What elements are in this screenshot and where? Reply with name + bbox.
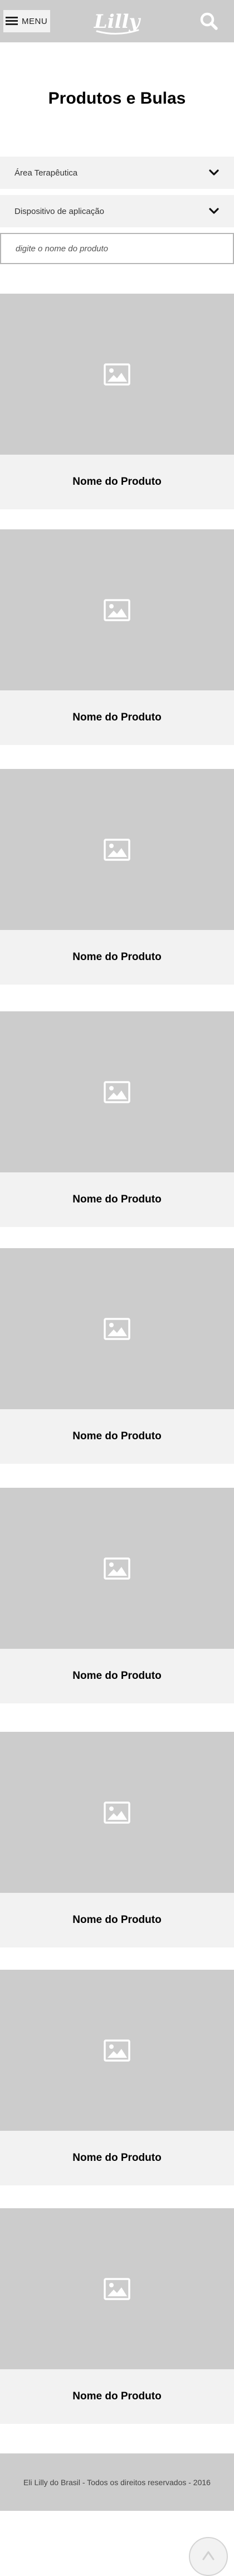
product-card[interactable]: Nome do Produto bbox=[0, 294, 234, 509]
caret-up-icon bbox=[202, 2551, 214, 2560]
product-name: Nome do Produto bbox=[0, 1172, 234, 1227]
product-card[interactable]: Nome do Produto bbox=[0, 1732, 234, 1947]
hamburger-icon bbox=[6, 17, 18, 26]
product-search-input[interactable] bbox=[0, 233, 234, 264]
image-placeholder-icon bbox=[104, 1801, 130, 1824]
footer-copyright: Eli Lilly do Brasil - Todos os direitos … bbox=[23, 2477, 211, 2487]
product-image bbox=[0, 1970, 234, 2131]
product-card[interactable]: Nome do Produto bbox=[0, 1248, 234, 1464]
product-image bbox=[0, 294, 234, 455]
product-image bbox=[0, 2208, 234, 2369]
filter-application-device[interactable]: Dispositivo de aplicação bbox=[0, 195, 234, 227]
image-placeholder-icon bbox=[104, 2039, 130, 2062]
product-card[interactable]: Nome do Produto bbox=[0, 769, 234, 985]
product-card[interactable]: Nome do Produto bbox=[0, 529, 234, 745]
product-name: Nome do Produto bbox=[0, 2369, 234, 2424]
product-image bbox=[0, 769, 234, 930]
product-image bbox=[0, 1732, 234, 1893]
product-name: Nome do Produto bbox=[0, 1409, 234, 1464]
footer: Eli Lilly do Brasil - Todos os direitos … bbox=[0, 2453, 234, 2511]
product-card[interactable]: Nome do Produto bbox=[0, 1011, 234, 1227]
product-name: Nome do Produto bbox=[0, 2131, 234, 2185]
page-title: Produtos e Bulas bbox=[48, 89, 186, 108]
lilly-logo[interactable]: Lilly bbox=[89, 4, 145, 38]
image-placeholder-icon bbox=[104, 2277, 130, 2300]
product-name: Nome do Produto bbox=[0, 1649, 234, 1703]
menu-button[interactable]: MENU bbox=[3, 10, 50, 32]
chevron-down-icon bbox=[209, 208, 219, 214]
product-image bbox=[0, 1488, 234, 1649]
product-image bbox=[0, 529, 234, 690]
product-card[interactable]: Nome do Produto bbox=[0, 1970, 234, 2185]
product-image bbox=[0, 1248, 234, 1409]
image-placeholder-icon bbox=[104, 598, 130, 621]
chevron-down-icon bbox=[209, 169, 219, 176]
product-card[interactable]: Nome do Produto bbox=[0, 1488, 234, 1703]
product-image bbox=[0, 1011, 234, 1172]
image-placeholder-icon bbox=[104, 838, 130, 861]
image-placeholder-icon bbox=[104, 363, 130, 386]
filter-therapeutic-area[interactable]: Área Terapêutica bbox=[0, 157, 234, 189]
image-placeholder-icon bbox=[104, 1080, 130, 1103]
image-placeholder-icon bbox=[104, 1317, 130, 1340]
filter-label: Dispositivo de aplicação bbox=[14, 206, 104, 216]
product-card[interactable]: Nome do Produto bbox=[0, 2208, 234, 2424]
product-name: Nome do Produto bbox=[0, 930, 234, 985]
menu-label: MENU bbox=[22, 16, 48, 26]
product-name: Nome do Produto bbox=[0, 1893, 234, 1947]
product-name: Nome do Produto bbox=[0, 690, 234, 745]
site-header: MENU Lilly bbox=[0, 0, 234, 42]
search-button[interactable] bbox=[198, 10, 220, 32]
image-placeholder-icon bbox=[104, 1557, 130, 1580]
search-icon bbox=[200, 12, 218, 30]
filter-label: Área Terapêutica bbox=[14, 168, 78, 178]
product-name: Nome do Produto bbox=[0, 455, 234, 509]
logo-text: Lilly bbox=[94, 11, 142, 33]
back-to-top-button[interactable] bbox=[189, 2537, 228, 2576]
